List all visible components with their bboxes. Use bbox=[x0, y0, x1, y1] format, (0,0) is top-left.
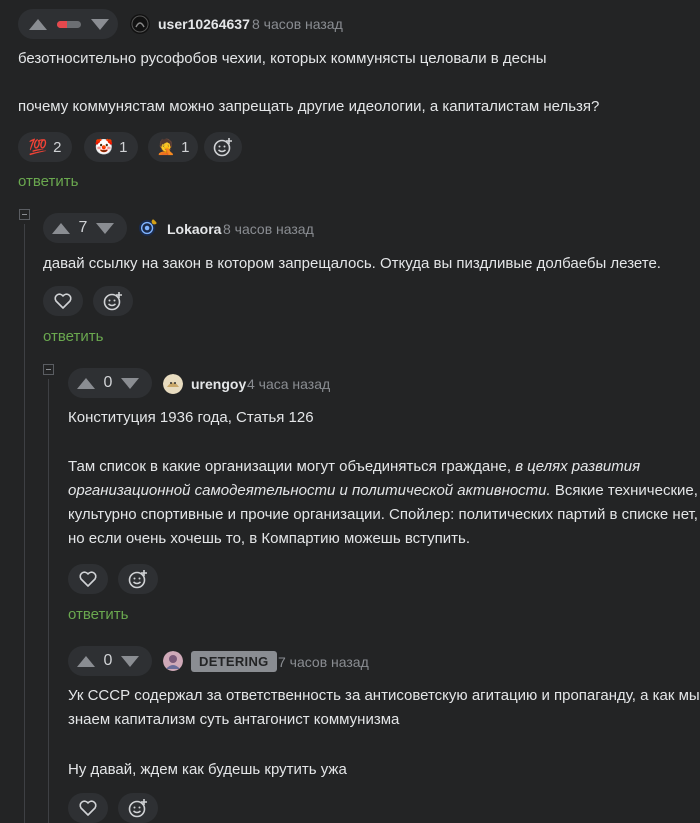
comment-text: Конституция 1936 года, Статья 126 bbox=[68, 409, 314, 426]
text-line: Там список в какие организации могут объ… bbox=[68, 458, 516, 475]
avatar[interactable] bbox=[163, 651, 183, 671]
comment-text: безотносительно русофобов чехии, которых… bbox=[18, 50, 547, 67]
comment-text: Ну давай, ждем как будешь крутить ужа bbox=[68, 761, 347, 778]
like-button[interactable] bbox=[68, 564, 108, 594]
username-badge[interactable]: DETERING bbox=[191, 651, 277, 672]
rating-bar bbox=[57, 20, 81, 28]
rating-widget: 0 bbox=[68, 646, 152, 676]
upvote-arrow-icon[interactable] bbox=[52, 222, 70, 234]
like-button[interactable] bbox=[68, 793, 108, 823]
like-button[interactable] bbox=[43, 286, 83, 316]
thread-line bbox=[24, 224, 25, 823]
comment-text: почему коммунястам можно запрещать други… bbox=[18, 98, 600, 115]
timestamp: 8 часов назад bbox=[223, 221, 314, 237]
heart-icon bbox=[79, 800, 97, 816]
reaction-facepalm[interactable]: 🤦 1 bbox=[148, 132, 198, 162]
upvote-arrow-icon[interactable] bbox=[77, 655, 95, 667]
avatar[interactable] bbox=[138, 218, 158, 238]
rating-score: 7 bbox=[78, 219, 88, 236]
text-line: Ук СССР содержал за ответственность за а… bbox=[68, 687, 700, 704]
reaction-hundred[interactable]: 💯 2 bbox=[18, 132, 72, 162]
comment-text: Ук СССР содержал за ответственность за а… bbox=[68, 684, 700, 732]
timestamp: 8 часов назад bbox=[252, 16, 343, 32]
reply-link[interactable]: ответить bbox=[18, 173, 78, 190]
add-reaction-button[interactable] bbox=[204, 132, 242, 162]
heart-icon bbox=[79, 571, 97, 587]
rating-score: 0 bbox=[103, 374, 113, 391]
add-reaction-icon bbox=[213, 138, 232, 157]
username[interactable]: Lokaora bbox=[167, 221, 221, 237]
downvote-arrow-icon[interactable] bbox=[91, 18, 109, 30]
text-line: знаем капитализм суть антагонист коммуни… bbox=[68, 711, 400, 728]
add-reaction-icon bbox=[103, 292, 122, 311]
text-line: культурно спортивные и прочие организаци… bbox=[68, 506, 698, 523]
upvote-arrow-icon[interactable] bbox=[77, 377, 95, 389]
heart-icon bbox=[54, 293, 72, 309]
avatar[interactable] bbox=[163, 374, 183, 394]
italic-text: организационной самодеятельности и полит… bbox=[68, 482, 551, 499]
rating-widget: 0 bbox=[68, 368, 152, 398]
clown-icon: 🤡 bbox=[94, 138, 114, 156]
facepalm-icon: 🤦 bbox=[156, 138, 176, 156]
reply-link[interactable]: ответить bbox=[43, 328, 103, 345]
reaction-count: 2 bbox=[53, 138, 62, 156]
reaction-clown[interactable]: 🤡 1 bbox=[84, 132, 138, 162]
add-reaction-button[interactable] bbox=[118, 793, 158, 823]
add-reaction-icon bbox=[128, 799, 147, 818]
avatar[interactable] bbox=[130, 14, 150, 34]
timestamp: 7 часов назад bbox=[278, 654, 369, 670]
reaction-count: 1 bbox=[181, 138, 190, 156]
add-reaction-icon bbox=[128, 570, 147, 589]
downvote-arrow-icon[interactable] bbox=[121, 377, 139, 389]
add-reaction-button[interactable] bbox=[118, 564, 158, 594]
username[interactable]: user10264637 bbox=[158, 16, 250, 32]
username[interactable]: urengoy bbox=[191, 376, 246, 392]
italic-text: в целях развития bbox=[515, 458, 641, 475]
hundred-points-icon: 💯 bbox=[28, 138, 48, 156]
rating-widget bbox=[18, 9, 118, 39]
text-line: но если очень хочешь то, в Компартию мож… bbox=[68, 530, 471, 547]
comment-text: давай ссылку на закон в котором запрещал… bbox=[43, 255, 661, 272]
text-line: Всякие технические, bbox=[550, 482, 698, 499]
comment-text: Там список в какие организации могут объ… bbox=[68, 455, 698, 551]
reply-link[interactable]: ответить bbox=[68, 606, 128, 623]
timestamp: 4 часа назад bbox=[247, 376, 331, 392]
collapse-toggle[interactable] bbox=[19, 209, 30, 220]
collapse-toggle[interactable] bbox=[43, 364, 54, 375]
thread-line bbox=[48, 379, 49, 823]
downvote-arrow-icon[interactable] bbox=[96, 222, 114, 234]
downvote-arrow-icon[interactable] bbox=[121, 655, 139, 667]
add-reaction-button[interactable] bbox=[93, 286, 133, 316]
rating-widget: 7 bbox=[43, 213, 127, 243]
reaction-count: 1 bbox=[119, 138, 128, 156]
rating-score: 0 bbox=[103, 652, 113, 669]
upvote-arrow-icon[interactable] bbox=[29, 18, 47, 30]
